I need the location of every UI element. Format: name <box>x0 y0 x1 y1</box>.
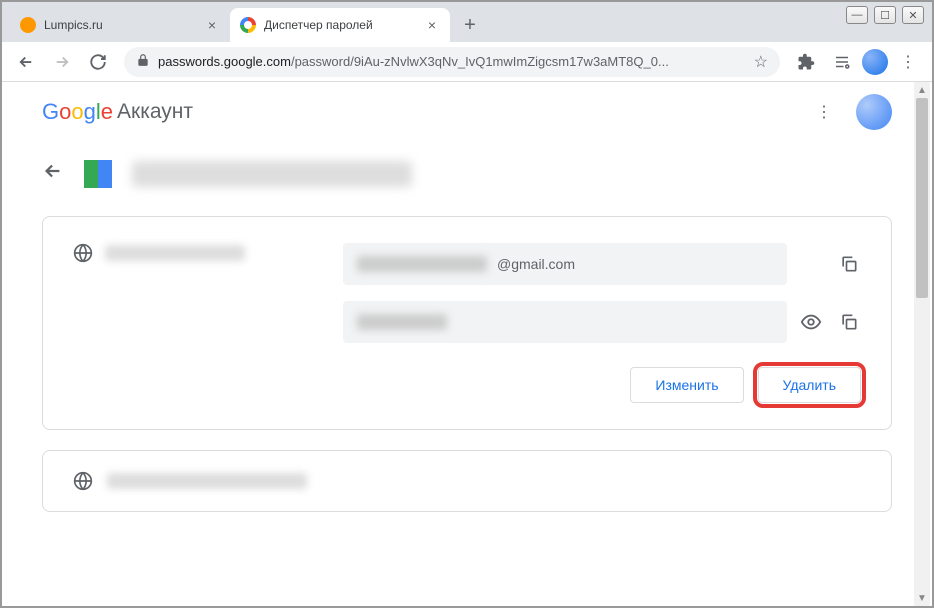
header-right: ⋮ <box>808 94 892 130</box>
minimize-button[interactable]: — <box>846 6 868 24</box>
page-content: Google Аккаунт ⋮ <box>2 82 932 606</box>
reload-button[interactable] <box>82 46 114 78</box>
tab-favicon <box>20 17 36 33</box>
address-bar[interactable]: passwords.google.com/password/9iAu-zNvlw… <box>124 47 780 77</box>
globe-icon <box>73 243 93 263</box>
username-field: @gmail.com <box>343 243 787 285</box>
password-field <box>343 301 787 343</box>
fields-column: @gmail.com <box>343 243 861 343</box>
browser-tab[interactable]: Lumpics.ru × <box>10 8 230 42</box>
tab-close-icon[interactable]: × <box>204 17 220 33</box>
site-favicon <box>84 160 112 188</box>
options-menu-icon[interactable]: ⋮ <box>808 96 840 128</box>
nav-back-button[interactable] <box>10 46 42 78</box>
profile-avatar[interactable] <box>862 49 888 75</box>
site-column <box>73 243 313 263</box>
extensions-icon[interactable] <box>790 46 822 78</box>
browser-window: — ☐ ✕ Lumpics.ru × Диспетчер паролей × + <box>0 0 934 608</box>
account-avatar[interactable] <box>856 94 892 130</box>
delete-button[interactable]: Удалить <box>758 367 861 403</box>
close-window-button[interactable]: ✕ <box>902 6 924 24</box>
scrollbar[interactable]: ▲ ▼ <box>914 82 930 606</box>
tab-title: Lumpics.ru <box>44 18 196 32</box>
copy-username-icon[interactable] <box>837 252 861 276</box>
site-domain <box>107 473 307 489</box>
username-value <box>357 256 487 272</box>
scroll-thumb[interactable] <box>916 98 928 298</box>
credential-card-collapsed[interactable] <box>42 450 892 512</box>
google-favicon <box>240 17 256 33</box>
site-name <box>132 161 412 187</box>
copy-password-icon[interactable] <box>837 310 861 334</box>
window-controls: — ☐ ✕ <box>846 6 924 24</box>
card-actions: Изменить Удалить <box>73 367 861 403</box>
scroll-up-arrow[interactable]: ▲ <box>914 82 930 98</box>
reading-list-icon[interactable] <box>826 46 858 78</box>
google-logo: Google Аккаунт <box>42 99 193 125</box>
password-value <box>357 314 447 330</box>
credential-card: @gmail.com <box>42 216 892 430</box>
toolbar: passwords.google.com/password/9iAu-zNvlw… <box>2 42 932 82</box>
url-text: passwords.google.com/password/9iAu-zNvlw… <box>158 54 746 69</box>
google-account-header: Google Аккаунт ⋮ <box>2 82 932 142</box>
account-label: Аккаунт <box>117 100 193 124</box>
maximize-button[interactable]: ☐ <box>874 6 896 24</box>
scroll-down-arrow[interactable]: ▼ <box>914 590 930 606</box>
show-password-icon[interactable] <box>799 310 823 334</box>
browser-tab-active[interactable]: Диспетчер паролей × <box>230 8 450 42</box>
globe-icon <box>73 471 93 491</box>
edit-button[interactable]: Изменить <box>630 367 743 403</box>
lock-icon <box>136 53 150 70</box>
nav-forward-button[interactable] <box>46 46 78 78</box>
site-header <box>2 142 932 206</box>
chrome-menu-icon[interactable]: ⋮ <box>892 46 924 78</box>
tab-title: Диспетчер паролей <box>264 18 416 32</box>
page-back-button[interactable] <box>42 160 64 188</box>
tab-bar: Lumpics.ru × Диспетчер паролей × + <box>2 2 932 42</box>
new-tab-button[interactable]: + <box>456 11 484 39</box>
site-domain <box>105 245 245 261</box>
bookmark-star-icon[interactable]: ☆ <box>754 52 768 72</box>
tab-close-icon[interactable]: × <box>424 17 440 33</box>
email-suffix: @gmail.com <box>497 256 575 272</box>
